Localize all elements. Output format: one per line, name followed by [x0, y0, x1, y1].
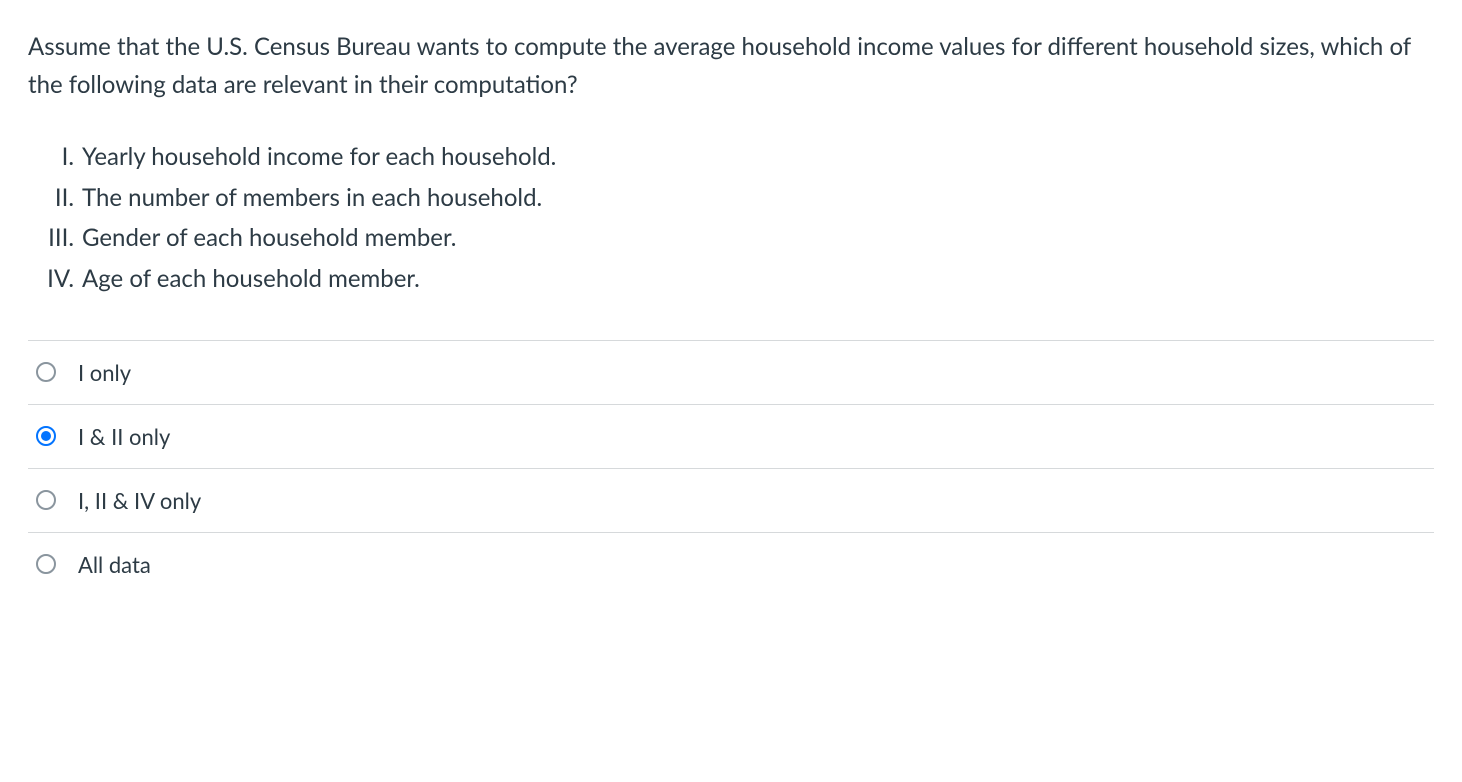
- option-label: I & II only: [78, 423, 170, 450]
- list-item-text: The number of members in each household.: [82, 178, 542, 219]
- option-row-1[interactable]: I only: [28, 341, 1434, 405]
- radio-icon: [36, 490, 56, 510]
- roman-numeral: II.: [38, 178, 74, 219]
- option-label: I, II & IV only: [78, 487, 201, 514]
- question-stem: Assume that the U.S. Census Bureau wants…: [28, 28, 1428, 105]
- option-row-4[interactable]: All data: [28, 533, 1434, 596]
- option-row-2[interactable]: I & II only: [28, 405, 1434, 469]
- option-label: I only: [78, 359, 131, 386]
- radio-icon: [36, 426, 56, 446]
- roman-numeral: III.: [38, 218, 74, 259]
- list-item-text: Yearly household income for each househo…: [82, 137, 556, 178]
- radio-icon: [36, 554, 56, 574]
- list-item: III. Gender of each household member.: [38, 218, 1434, 259]
- list-item: IV. Age of each household member.: [38, 259, 1434, 300]
- option-row-3[interactable]: I, II & IV only: [28, 469, 1434, 533]
- list-item: II. The number of members in each househ…: [38, 178, 1434, 219]
- list-item: I. Yearly household income for each hous…: [38, 137, 1434, 178]
- roman-numeral: IV.: [38, 259, 74, 300]
- answer-options: I only I & II only I, II & IV only All d…: [28, 340, 1434, 596]
- list-item-text: Gender of each household member.: [82, 218, 456, 259]
- option-label: All data: [78, 551, 151, 578]
- roman-numeral: I.: [38, 137, 74, 178]
- radio-icon: [36, 362, 56, 382]
- list-item-text: Age of each household member.: [82, 259, 420, 300]
- roman-list: I. Yearly household income for each hous…: [38, 137, 1434, 300]
